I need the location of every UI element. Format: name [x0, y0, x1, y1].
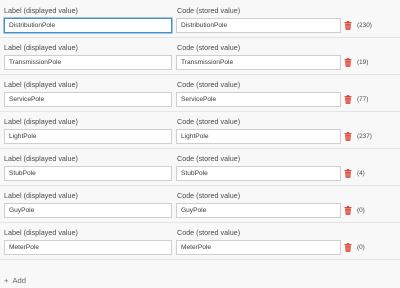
- value-row: Label (displayed value) Code (stored val…: [0, 223, 400, 260]
- usage-count: (19): [357, 59, 369, 66]
- code-column-header: Code (stored value): [177, 228, 241, 237]
- code-column-header: Code (stored value): [177, 6, 241, 15]
- code-column-header: Code (stored value): [177, 43, 241, 52]
- add-label: Add: [12, 276, 26, 285]
- code-input[interactable]: StubPole: [176, 166, 341, 181]
- label-column-header: Label (displayed value): [4, 191, 78, 200]
- trash-icon[interactable]: [344, 243, 352, 252]
- code-input[interactable]: DistributionPole: [176, 18, 341, 33]
- value-row: Label (displayed value) Code (stored val…: [0, 75, 400, 112]
- label-column-header: Label (displayed value): [4, 228, 78, 237]
- code-column-header: Code (stored value): [177, 117, 241, 126]
- value-row: Label (displayed value) Code (stored val…: [0, 1, 400, 38]
- label-column-header: Label (displayed value): [4, 6, 78, 15]
- value-row: Label (displayed value) Code (stored val…: [0, 112, 400, 149]
- plus-icon: +: [4, 276, 9, 285]
- usage-count: (230): [357, 22, 372, 29]
- code-input[interactable]: LightPole: [176, 129, 341, 144]
- label-column-header: Label (displayed value): [4, 154, 78, 163]
- trash-icon[interactable]: [344, 21, 352, 30]
- label-input[interactable]: MeterPole: [4, 240, 172, 255]
- label-column-header: Label (displayed value): [4, 43, 78, 52]
- label-input[interactable]: ServicePole: [4, 92, 172, 107]
- trash-icon[interactable]: [344, 58, 352, 67]
- value-row: Label (displayed value) Code (stored val…: [0, 38, 400, 75]
- trash-icon[interactable]: [344, 169, 352, 178]
- value-row: Label (displayed value) Code (stored val…: [0, 186, 400, 223]
- label-column-header: Label (displayed value): [4, 117, 78, 126]
- label-input[interactable]: TransmissionPole: [4, 55, 172, 70]
- usage-count: (0): [357, 244, 365, 251]
- label-input[interactable]: LightPole: [4, 129, 172, 144]
- label-input[interactable]: GuyPole: [4, 203, 172, 218]
- usage-count: (237): [357, 133, 372, 140]
- code-column-header: Code (stored value): [177, 80, 241, 89]
- code-input[interactable]: GuyPole: [176, 203, 341, 218]
- trash-icon[interactable]: [344, 206, 352, 215]
- label-input[interactable]: DistributionPole: [4, 18, 172, 33]
- value-row: Label (displayed value) Code (stored val…: [0, 149, 400, 186]
- code-column-header: Code (stored value): [177, 191, 241, 200]
- usage-count: (77): [357, 96, 369, 103]
- code-input[interactable]: MeterPole: [176, 240, 341, 255]
- code-input[interactable]: ServicePole: [176, 92, 341, 107]
- label-input[interactable]: StubPole: [4, 166, 172, 181]
- code-column-header: Code (stored value): [177, 154, 241, 163]
- trash-icon[interactable]: [344, 132, 352, 141]
- usage-count: (4): [357, 170, 365, 177]
- usage-count: (0): [357, 207, 365, 214]
- add-value-button[interactable]: + Add: [4, 276, 26, 286]
- label-column-header: Label (displayed value): [4, 80, 78, 89]
- code-input[interactable]: TransmissionPole: [176, 55, 341, 70]
- trash-icon[interactable]: [344, 95, 352, 104]
- domain-values-editor: Label (displayed value) Code (stored val…: [0, 0, 400, 288]
